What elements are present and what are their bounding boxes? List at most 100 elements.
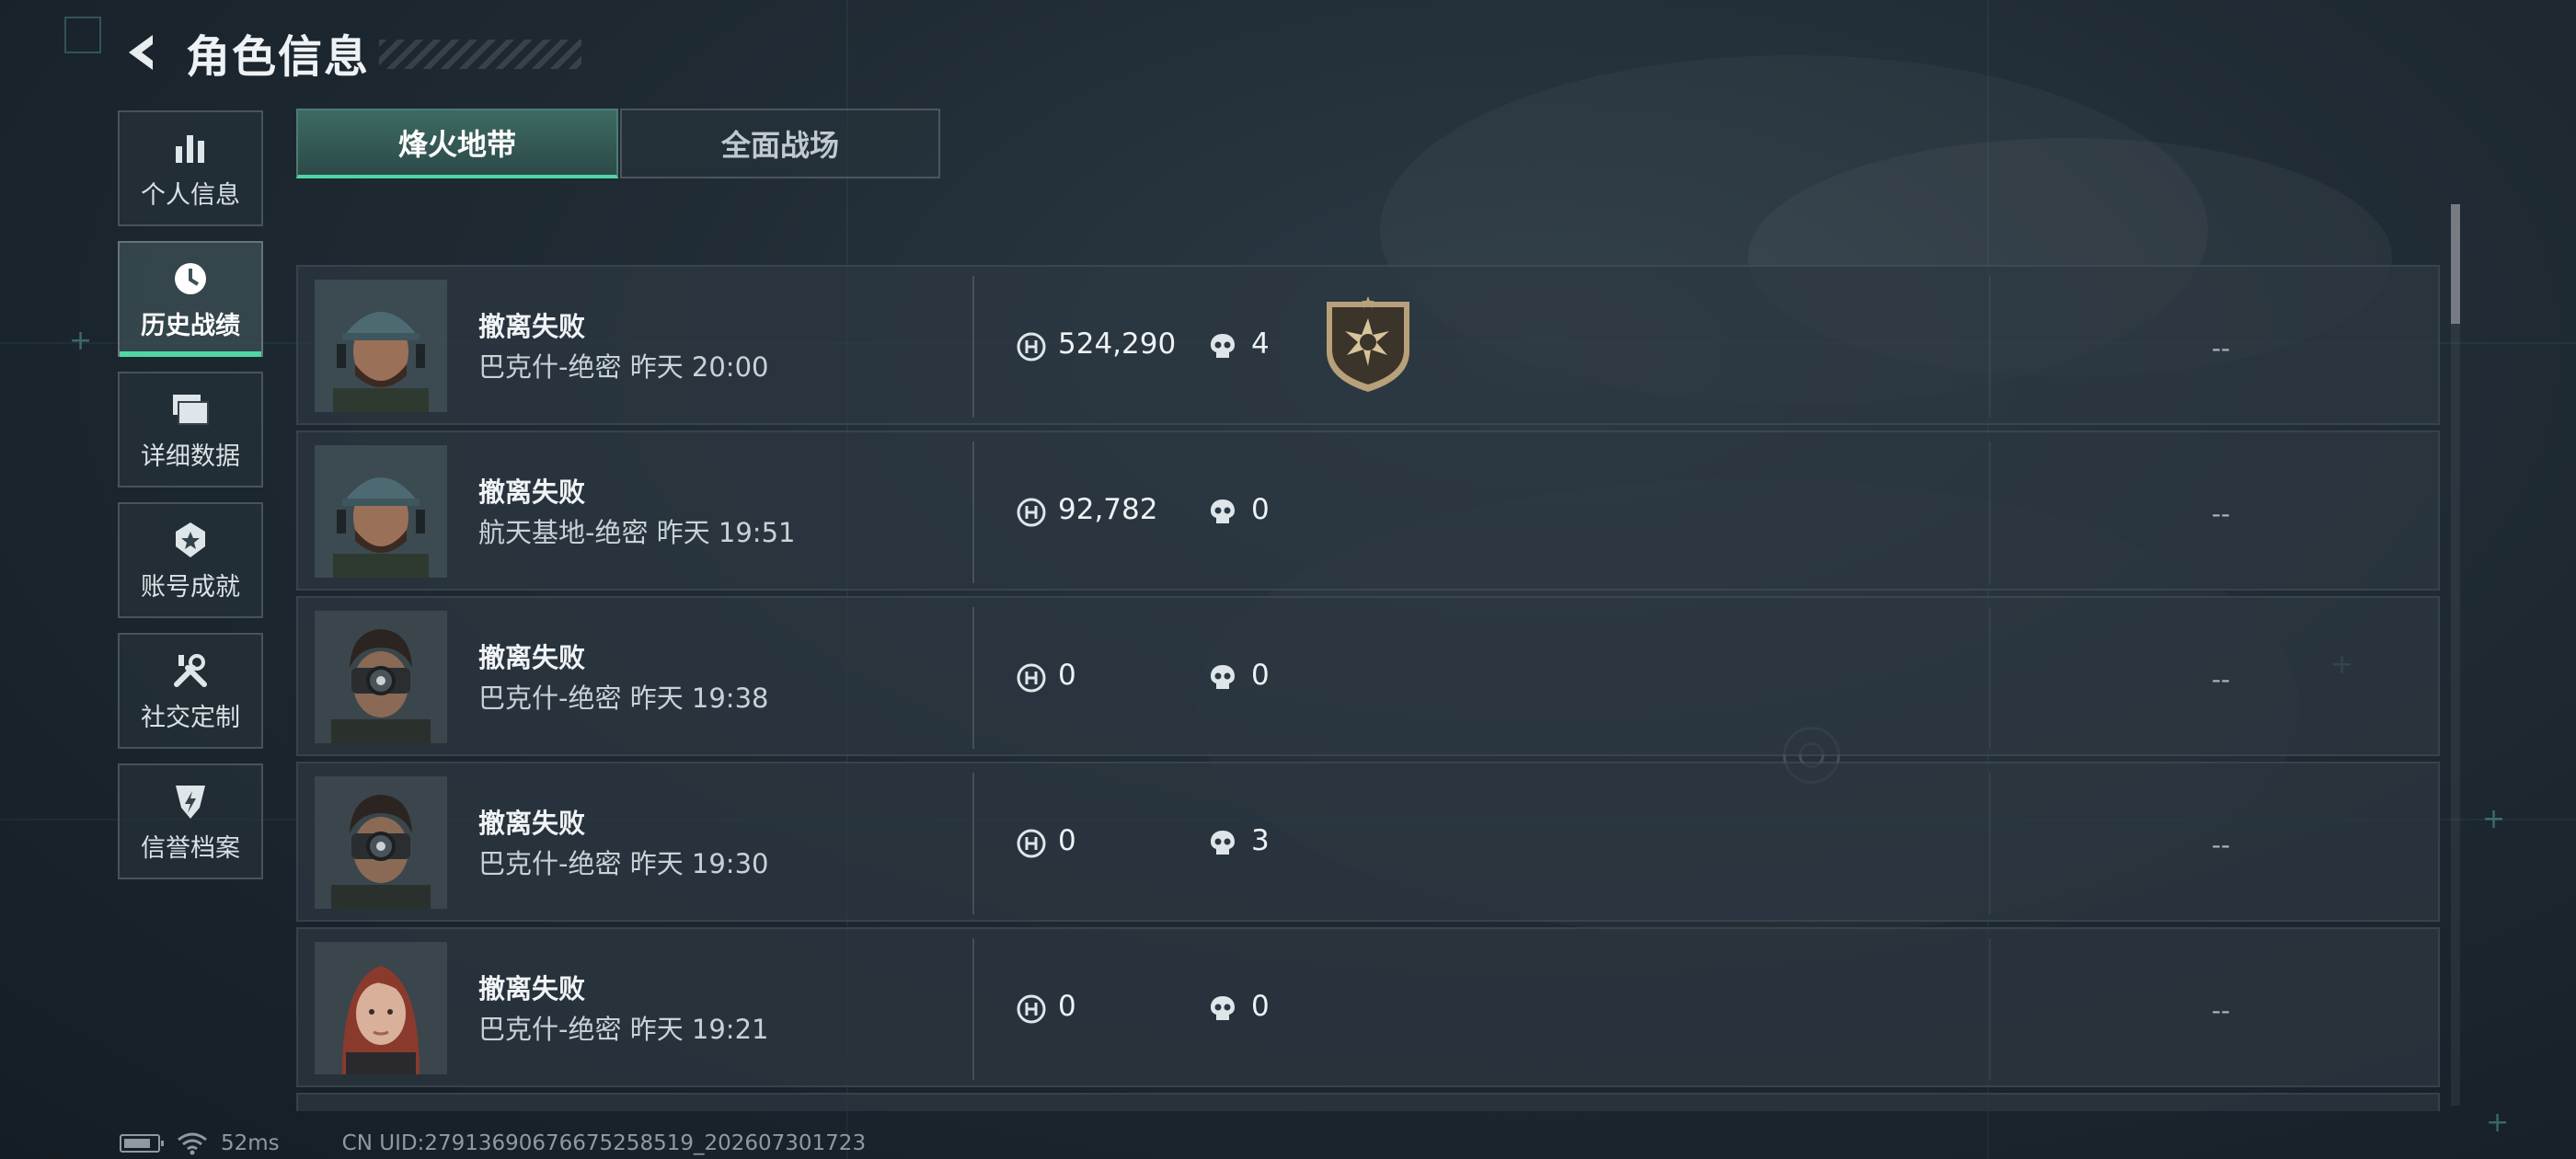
match-info: 航天基地-绝密 昨天 19:51 [478,511,795,550]
status-bar: 52ms CN UID:27913690676675258519_2026073… [120,1130,866,1157]
wifi-icon [178,1132,207,1155]
back-arrow-icon[interactable] [120,29,166,75]
operator-portrait [315,611,447,743]
operator-portrait [315,280,447,412]
folder-icon [169,388,212,430]
sidebar-item-label: 信誉档案 [141,833,240,863]
sidebar-item-label: 账号成就 [141,572,240,602]
ping-latency: 52ms [221,1131,280,1155]
extraction-status: 撤离失败 [478,311,586,342]
battery-icon [120,1134,164,1153]
tab-full-battlefield[interactable]: 全面战场 [620,109,940,178]
achievement-badge-icon [169,519,212,561]
medal-badge-icon [1327,296,1409,392]
sidebar-item-personal-info[interactable]: 个人信息 [118,110,263,226]
sidebar-item-credit-record[interactable]: 信誉档案 [118,763,263,879]
currency-coin-icon [1017,332,1046,361]
match-record-row[interactable]: 撤离失败 巴克什-绝密 昨天 20:00 524,290 4 -- [296,265,2440,425]
page-header: 角色信息 [120,20,582,85]
map-name: 巴克什-绝密 [478,1014,622,1045]
match-history-list: 撤离失败 巴克什-绝密 昨天 20:00 524,290 4 -- 撤离失败 航… [296,265,2440,1111]
match-info: 巴克什-绝密 昨天 20:00 [478,346,768,384]
extraction-status: 撤离失败 [478,808,586,839]
row-divider [972,442,974,583]
mode-tabs: 烽火地带 全面战场 [296,109,940,178]
sidebar-item-label: 详细数据 [141,442,240,471]
loot-value: 92,782 [1058,493,1158,526]
page-title: 角色信息 [186,31,371,83]
tab-fire-zone[interactable]: 烽火地带 [296,109,618,178]
crosshair-decoration: + [2486,1107,2510,1139]
tools-icon [169,649,212,692]
sidebar-nav: 个人信息 历史战绩 详细数据 账号成就 社交定制 信誉档案 [118,110,265,894]
sidebar-item-label: 历史战绩 [141,311,240,340]
match-time: 昨天 19:21 [629,1014,769,1045]
skull-kills-icon [1211,334,1235,358]
match-info: 巴克什-绝密 昨天 19:30 [478,843,768,881]
currency-coin-icon [1017,829,1046,858]
match-record-row[interactable]: 撤离失败 巴克什-绝密 昨天 19:38 0 0 -- [296,596,2440,756]
skull-kills-icon [1211,665,1235,689]
scrollbar-thumb[interactable] [2451,204,2460,324]
sidebar-item-achievements[interactable]: 账号成就 [118,502,263,618]
extraction-status: 撤离失败 [478,973,586,1004]
row-divider [1989,442,1991,583]
match-record-row[interactable] [296,1093,2440,1111]
rating-value: -- [2211,995,2231,1026]
row-divider [1989,773,1991,914]
row-divider [1989,276,1991,418]
currency-coin-icon [1017,663,1046,693]
row-divider [972,276,974,418]
kill-count: 0 [1251,659,1270,692]
kill-count: 3 [1251,824,1270,857]
kill-count: 4 [1251,327,1270,361]
rating-value: -- [2211,499,2231,529]
match-time: 昨天 19:30 [629,848,769,879]
match-time: 昨天 19:51 [656,517,796,548]
map-name: 巴克什-绝密 [478,683,622,714]
kill-count: 0 [1251,493,1270,526]
match-time: 昨天 19:38 [629,683,769,714]
sidebar-item-history[interactable]: 历史战绩 [118,241,263,357]
extraction-status: 撤离失败 [478,642,586,673]
skull-kills-icon [1211,996,1235,1020]
map-name: 巴克什-绝密 [478,848,622,879]
row-divider [1989,607,1991,749]
match-record-row[interactable]: 撤离失败 航天基地-绝密 昨天 19:51 92,782 0 -- [296,430,2440,591]
sidebar-item-label: 社交定制 [141,703,240,732]
extraction-status: 撤离失败 [478,476,586,508]
sidebar-item-detailed-data[interactable]: 详细数据 [118,372,263,488]
title-decoration [379,40,582,69]
loot-value: 0 [1058,659,1076,692]
skull-kills-icon [1211,831,1235,855]
history-clock-icon [169,258,212,300]
loot-value: 524,290 [1058,327,1177,361]
loot-value: 0 [1058,824,1076,857]
crosshair-decoration: + [2482,803,2506,835]
credit-shield-icon [169,780,212,822]
skull-kills-icon [1211,499,1235,523]
sidebar-item-label: 个人信息 [141,180,240,210]
operator-portrait [315,445,447,578]
sidebar-item-social-custom[interactable]: 社交定制 [118,633,263,749]
operator-portrait [315,776,447,909]
loot-value: 0 [1058,990,1076,1023]
match-record-row[interactable]: 撤离失败 巴克什-绝密 昨天 19:30 0 3 -- [296,762,2440,922]
rating-value: -- [2211,333,2231,363]
match-info: 巴克什-绝密 昨天 19:21 [478,1008,768,1047]
match-time: 昨天 20:00 [629,351,769,383]
user-uid: CN UID:27913690676675258519_202607301723 [341,1131,867,1155]
match-info: 巴克什-绝密 昨天 19:38 [478,677,768,716]
row-divider [972,773,974,914]
row-divider [972,607,974,749]
list-scrollbar[interactable] [2451,204,2460,1106]
match-record-row[interactable]: 撤离失败 巴克什-绝密 昨天 19:21 0 0 -- [296,927,2440,1087]
row-divider [1989,938,1991,1080]
map-name: 巴克什-绝密 [478,351,622,383]
bar-chart-icon [169,127,212,169]
currency-coin-icon [1017,498,1046,527]
kill-count: 0 [1251,990,1270,1023]
row-divider [972,938,974,1080]
rating-value: -- [2211,830,2231,860]
crosshair-decoration: + [69,325,93,357]
